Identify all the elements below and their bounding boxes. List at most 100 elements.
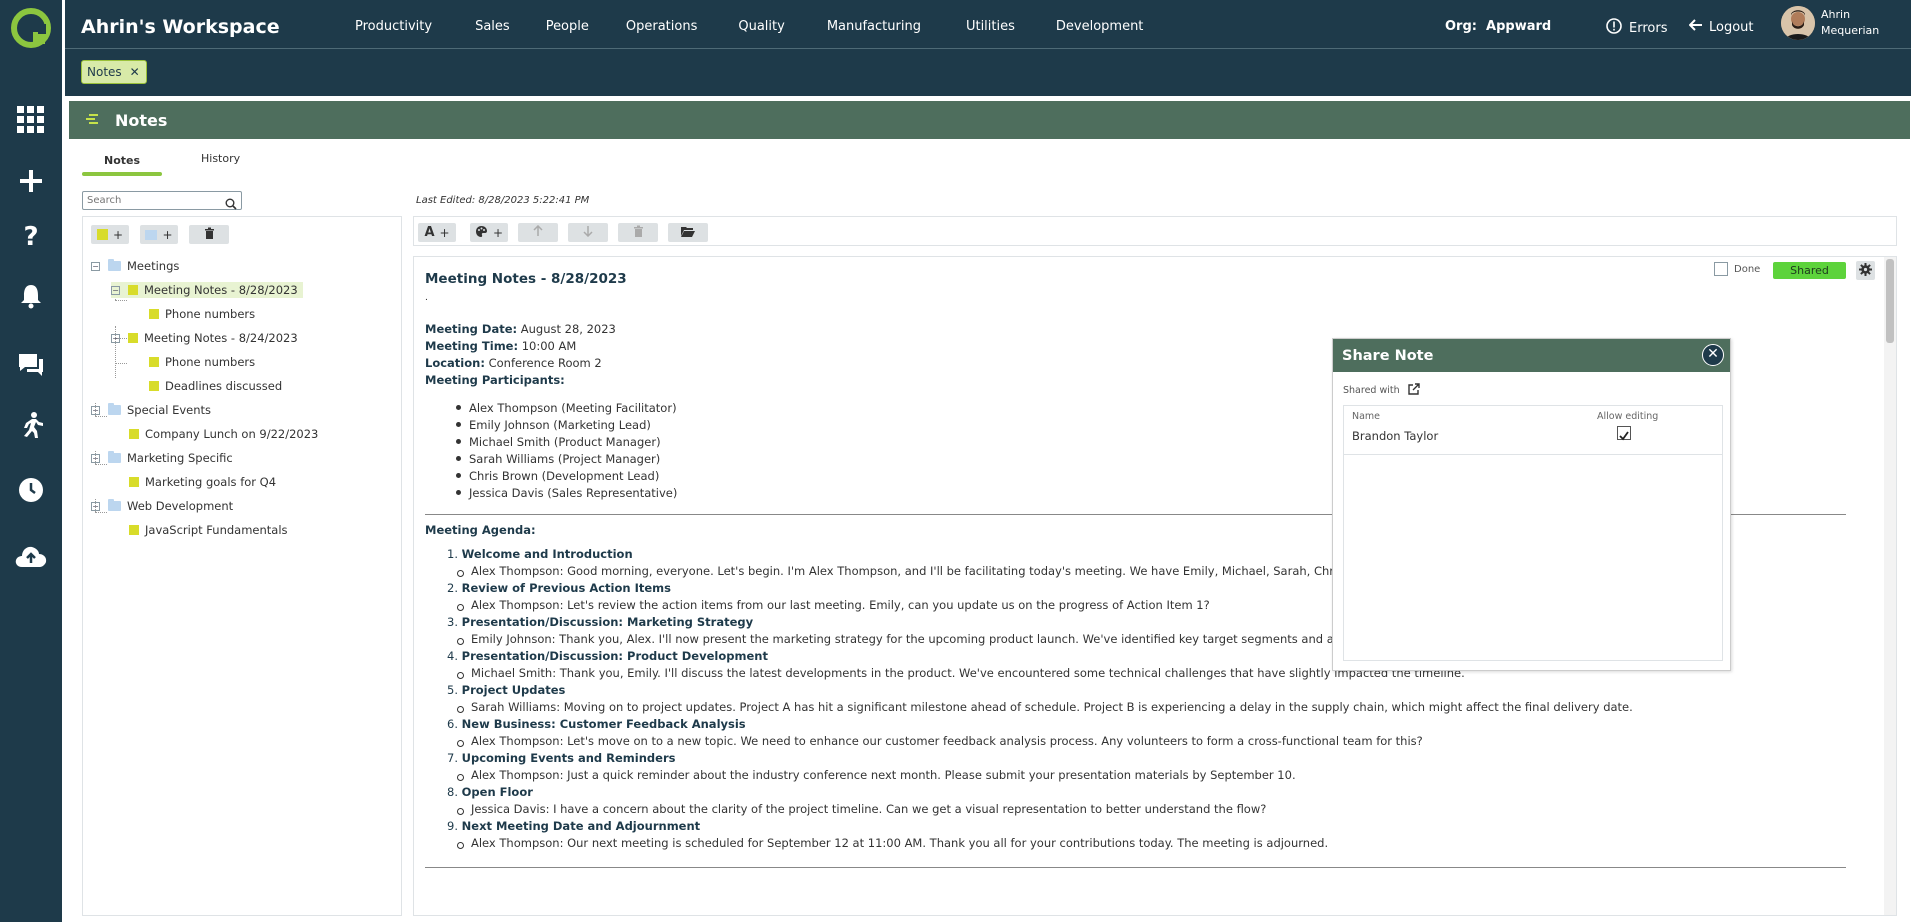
nav-operations[interactable]: Operations bbox=[626, 19, 697, 34]
menu-icon[interactable] bbox=[85, 111, 99, 130]
tree-item-meeting-notes-8-24[interactable]: − Meeting Notes - 8/24/2023 bbox=[111, 330, 298, 346]
clock-icon[interactable] bbox=[14, 473, 48, 507]
collapse-toggle-icon[interactable]: − bbox=[111, 285, 120, 295]
nav-utilities[interactable]: Utilities bbox=[966, 19, 1015, 34]
org-label: Org: bbox=[1445, 19, 1477, 34]
tab-history[interactable]: History bbox=[201, 150, 240, 167]
note-icon bbox=[129, 429, 139, 439]
tree-item-phone-numbers[interactable]: Phone numbers bbox=[149, 354, 255, 370]
tree-item-label: Marketing goals for Q4 bbox=[145, 475, 277, 489]
allow-editing-checkbox[interactable] bbox=[1617, 426, 1631, 441]
text-format-button[interactable]: A + bbox=[418, 223, 456, 242]
delete-note-button[interactable] bbox=[618, 223, 658, 242]
close-icon[interactable]: ✕ bbox=[1702, 344, 1724, 366]
nav-manufacturing[interactable]: Manufacturing bbox=[827, 19, 921, 34]
agenda-detail: Alex Thompson: Our next meeting is sched… bbox=[447, 836, 1633, 853]
tree-folder-web-development[interactable]: − Web Development bbox=[91, 498, 233, 514]
workspace-title[interactable]: Ahrin's Workspace bbox=[81, 16, 280, 38]
done-label: Done bbox=[1734, 263, 1761, 275]
last-edited: Last Edited: 8/28/2023 5:22:41 PM bbox=[416, 195, 590, 206]
nav-quality[interactable]: Quality bbox=[738, 19, 784, 34]
settings-button[interactable] bbox=[1856, 261, 1875, 280]
user-menu[interactable]: Ahrin Mequerian bbox=[1781, 6, 1891, 40]
agenda-title: Presentation/Discussion: Product Develop… bbox=[461, 649, 768, 663]
tree-item-meeting-notes-8-28[interactable]: − Meeting Notes - 8/28/2023 bbox=[111, 282, 303, 298]
agenda-number: 7. bbox=[447, 751, 458, 765]
chat-icon[interactable] bbox=[14, 348, 48, 382]
search-input[interactable] bbox=[87, 195, 217, 206]
agenda-number: 6. bbox=[447, 717, 458, 731]
participant-name: Alex Thompson (Meeting Facilitator) bbox=[469, 400, 677, 415]
field-label: Meeting Time: bbox=[425, 339, 519, 353]
page-title: Notes bbox=[115, 110, 168, 130]
help-icon[interactable]: ? bbox=[14, 219, 48, 253]
agenda-detail: Alex Thompson: Let's move on to a new to… bbox=[447, 734, 1633, 751]
left-rail: ? bbox=[0, 0, 62, 922]
note-icon bbox=[149, 309, 159, 319]
bell-icon[interactable] bbox=[14, 279, 48, 313]
arrow-up-icon bbox=[533, 224, 543, 240]
user-last-name: Mequerian bbox=[1821, 24, 1880, 37]
app-logo-icon[interactable] bbox=[11, 8, 51, 48]
agenda-title: Project Updates bbox=[461, 683, 566, 697]
nav-development[interactable]: Development bbox=[1056, 19, 1144, 34]
add-folder-button[interactable]: + bbox=[140, 225, 178, 244]
note-icon bbox=[128, 285, 138, 295]
apps-grid-icon[interactable] bbox=[14, 103, 48, 137]
runner-icon[interactable] bbox=[14, 408, 48, 442]
tree-item-deadlines-discussed[interactable]: Deadlines discussed bbox=[149, 378, 282, 394]
tree-folder-meetings[interactable]: − Meetings bbox=[91, 258, 179, 274]
field-value: 10:00 AM bbox=[521, 339, 577, 353]
folder-icon bbox=[108, 403, 121, 415]
collapse-toggle-icon[interactable]: − bbox=[91, 501, 100, 511]
tree-item-label: Deadlines discussed bbox=[165, 379, 283, 393]
column-header-allow-editing: Allow editing bbox=[1597, 411, 1659, 422]
search-box bbox=[82, 191, 242, 210]
tree-item-company-lunch[interactable]: Company Lunch on 9/22/2023 bbox=[129, 426, 318, 442]
note-title[interactable]: Meeting Notes - 8/28/2023 bbox=[425, 271, 627, 287]
agenda-detail: Sarah Williams: Moving on to project upd… bbox=[447, 700, 1633, 717]
delete-button[interactable] bbox=[189, 225, 229, 244]
user-first-name: Ahrin bbox=[1821, 8, 1851, 21]
tree-item-marketing-goals[interactable]: Marketing goals for Q4 bbox=[129, 474, 276, 490]
folder-open-icon bbox=[681, 226, 695, 240]
done-checkbox[interactable] bbox=[1714, 262, 1728, 276]
collapse-toggle-icon[interactable]: − bbox=[91, 261, 100, 271]
collapse-toggle-icon[interactable]: − bbox=[91, 405, 100, 415]
search-icon[interactable] bbox=[225, 195, 237, 214]
errors-button[interactable]: Errors bbox=[1606, 18, 1667, 38]
nav-sales[interactable]: Sales bbox=[475, 19, 510, 34]
nav-people[interactable]: People bbox=[546, 19, 589, 34]
tree-folder-special-events[interactable]: − Special Events bbox=[91, 402, 211, 418]
tree-item-phone-numbers[interactable]: Phone numbers bbox=[149, 306, 255, 322]
open-tab-label: Notes bbox=[87, 65, 122, 79]
move-up-button[interactable] bbox=[518, 223, 558, 242]
add-note-button[interactable]: + bbox=[91, 225, 129, 244]
done-toggle[interactable]: Done bbox=[1714, 262, 1760, 276]
tab-notes[interactable]: Notes bbox=[82, 150, 162, 176]
collapse-toggle-icon[interactable]: − bbox=[91, 453, 100, 463]
tree-item-javascript-fundamentals[interactable]: JavaScript Fundamentals bbox=[129, 522, 288, 538]
trash-icon bbox=[633, 225, 644, 240]
shared-button[interactable]: Shared bbox=[1773, 262, 1846, 279]
plus-icon[interactable] bbox=[14, 164, 48, 198]
tree-folder-marketing-specific[interactable]: − Marketing Specific bbox=[91, 450, 233, 466]
collapse-toggle-icon[interactable]: − bbox=[111, 333, 120, 343]
shared-user-name: Brandon Taylor bbox=[1352, 429, 1439, 443]
scrollbar-thumb[interactable] bbox=[1886, 259, 1894, 343]
field-value: Conference Room 2 bbox=[488, 356, 602, 370]
external-link-icon[interactable] bbox=[1407, 383, 1420, 398]
logout-button[interactable]: Logout bbox=[1688, 18, 1754, 36]
move-down-button[interactable] bbox=[568, 223, 608, 242]
nav-productivity[interactable]: Productivity bbox=[355, 19, 432, 34]
open-tab-notes[interactable]: Notes ✕ bbox=[81, 60, 147, 84]
cloud-upload-icon[interactable] bbox=[14, 539, 48, 573]
note-icon bbox=[96, 229, 108, 240]
agenda-number: 2. bbox=[447, 581, 458, 595]
color-button[interactable]: + bbox=[470, 223, 508, 242]
close-tab-icon[interactable]: ✕ bbox=[130, 65, 140, 79]
notes-tree-panel: + + − Meetings − Meeting Notes - 8/28/20… bbox=[82, 216, 402, 916]
editor-scrollbar[interactable] bbox=[1884, 257, 1896, 915]
open-folder-button[interactable] bbox=[668, 223, 708, 242]
meeting-location: Location: Conference Room 2 bbox=[425, 356, 602, 370]
